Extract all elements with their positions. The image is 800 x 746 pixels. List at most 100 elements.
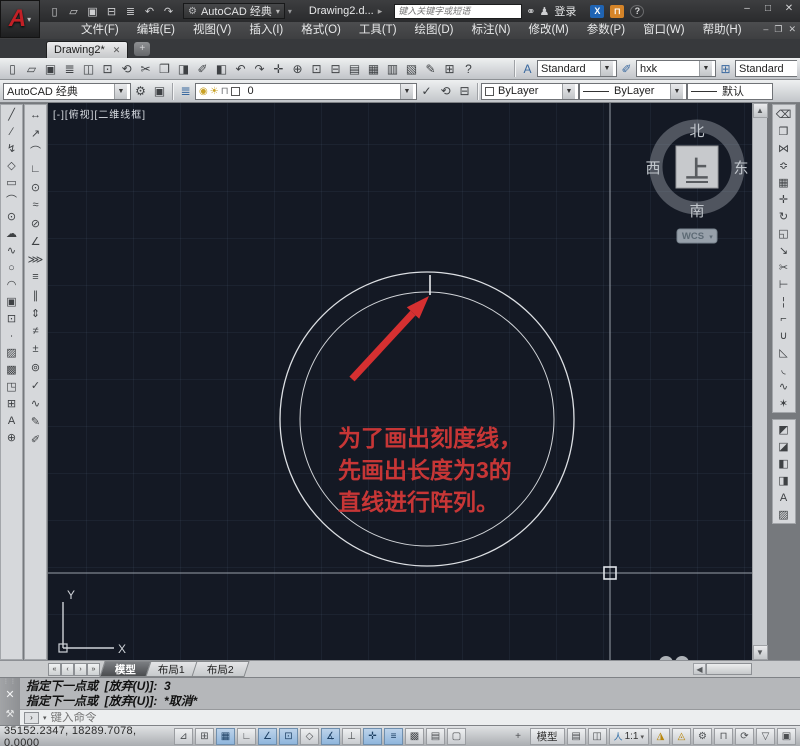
tool-palettes-button[interactable]: ▥ bbox=[383, 59, 402, 78]
text-style-select[interactable]: Standard ▼ bbox=[537, 60, 617, 77]
doc-close-button[interactable]: ✕ bbox=[788, 24, 796, 35]
next-tab-nav-button[interactable]: › bbox=[74, 662, 87, 676]
dynamic-input-toggle[interactable]: ✛ bbox=[363, 728, 382, 745]
scroll-down-icon[interactable]: ▼ bbox=[752, 645, 768, 660]
help-menu[interactable]: 帮助(H) bbox=[694, 22, 751, 39]
dim-jogged-linear-icon[interactable]: ∿ bbox=[25, 394, 46, 412]
dim-arc-length-icon[interactable]: ⌒ bbox=[25, 142, 46, 160]
annotation-autoscale-button[interactable]: ◬ bbox=[672, 728, 691, 745]
layer-lock-icon[interactable]: ⊓ bbox=[221, 86, 229, 97]
text-to-front-icon[interactable]: A bbox=[773, 489, 795, 506]
compass-west-label[interactable]: 西 bbox=[645, 160, 660, 177]
chevron-down-icon[interactable]: ▼ bbox=[670, 83, 683, 99]
help-button[interactable]: ? bbox=[459, 59, 478, 78]
dim-jogged-icon[interactable]: ≈ bbox=[25, 196, 46, 214]
save-button[interactable]: ▣ bbox=[41, 59, 60, 78]
make-object-layer-current-button[interactable]: ✓ bbox=[417, 82, 436, 101]
3d-object-snap-toggle[interactable]: ◇ bbox=[300, 728, 319, 745]
application-menu-button[interactable]: A ▾ bbox=[0, 0, 40, 38]
coordinates-readout[interactable]: 35152.2347, 18289.7078, 0.0000 bbox=[4, 725, 172, 746]
model-space-button[interactable]: 模型 bbox=[529, 728, 565, 745]
lineweight-control-select[interactable]: 默认 bbox=[687, 82, 773, 100]
move-icon[interactable]: ✛ bbox=[773, 191, 795, 208]
outer-circle[interactable] bbox=[279, 271, 575, 567]
model-tab[interactable]: 模型 bbox=[99, 661, 152, 677]
help-icon[interactable]: ? bbox=[630, 4, 645, 18]
parametric-menu[interactable]: 参数(P) bbox=[578, 22, 634, 39]
join-icon[interactable]: ∪ bbox=[773, 327, 795, 344]
region-icon[interactable]: ◳ bbox=[1, 378, 22, 395]
doc-title-arrow-icon[interactable]: ▸ bbox=[378, 6, 383, 17]
dim-ordinate-icon[interactable]: ∟ bbox=[25, 160, 46, 178]
dim-baseline-icon[interactable]: ≡ bbox=[25, 268, 46, 286]
rectangle-icon[interactable]: ▭ bbox=[1, 174, 22, 191]
workspace-dropdown[interactable]: ⚙ AutoCAD 经典 ▾ bbox=[183, 3, 285, 19]
command-prompt-icon[interactable]: › bbox=[24, 711, 39, 724]
quick-dimension-icon[interactable]: ⋙ bbox=[25, 250, 46, 268]
quick-view-layouts-button[interactable]: ◫ bbox=[587, 728, 607, 745]
layer-properties-manager-button[interactable]: ≣ bbox=[176, 82, 195, 101]
security-lock-icon[interactable]: ⊓ bbox=[610, 4, 625, 18]
plot-preview-button[interactable]: ◫ bbox=[79, 59, 98, 78]
command-close-icon[interactable]: ✕ bbox=[5, 688, 14, 701]
break-icon[interactable]: ⌐ bbox=[773, 310, 795, 327]
collapsed-handle-dot[interactable] bbox=[675, 656, 689, 660]
workspace-select[interactable]: AutoCAD 经典 ▼ bbox=[3, 82, 131, 100]
workspace-settings-button[interactable]: ⚙ bbox=[131, 82, 150, 101]
command-wrench-icon[interactable]: ⚒ bbox=[6, 709, 15, 720]
copy-icon[interactable]: ❐ bbox=[773, 123, 795, 140]
revision-cloud-icon[interactable]: ☁ bbox=[1, 225, 22, 242]
match-properties-button[interactable]: ✐ bbox=[193, 59, 212, 78]
table-style-icon[interactable]: ⊞ bbox=[716, 59, 735, 78]
tools-menu[interactable]: 工具(T) bbox=[350, 22, 406, 39]
drawing-tab[interactable]: Drawing2* ✕ bbox=[46, 41, 129, 58]
edit-menu[interactable]: 编辑(E) bbox=[128, 22, 184, 39]
erase-icon[interactable]: ⌫ bbox=[773, 106, 795, 123]
dim-continue-icon[interactable]: ∥ bbox=[25, 286, 46, 304]
annotation-visibility-button[interactable]: ◮ bbox=[651, 728, 670, 745]
compass-north-label[interactable]: 北 bbox=[689, 123, 704, 140]
dim-style-icon[interactable]: ✐ bbox=[617, 59, 636, 78]
scroll-left-icon[interactable]: ◀ bbox=[693, 663, 706, 675]
dim-aligned-icon[interactable]: ↗ bbox=[25, 124, 46, 142]
send-to-back-icon[interactable]: ◪ bbox=[773, 438, 795, 455]
color-control-select[interactable]: ByLayer ▼ bbox=[481, 82, 579, 100]
file-menu[interactable]: 文件(F) bbox=[72, 22, 128, 39]
redo-button[interactable]: ↷ bbox=[160, 3, 177, 19]
annotation-scale-button[interactable]: 人 1:1 ▾ bbox=[608, 728, 649, 745]
save-button[interactable]: ▣ bbox=[84, 3, 101, 19]
mirror-icon[interactable]: ⋈ bbox=[773, 140, 795, 157]
send-under-objects-icon[interactable]: ◨ bbox=[773, 472, 795, 489]
layout-button[interactable]: ▤ bbox=[566, 728, 586, 745]
chevron-down-icon[interactable]: ▼ bbox=[562, 83, 575, 99]
tab-close-icon[interactable]: ✕ bbox=[113, 45, 121, 56]
dim-angular-icon[interactable]: ∠ bbox=[25, 232, 46, 250]
search-input[interactable] bbox=[394, 3, 523, 19]
transparency-toggle[interactable]: ▩ bbox=[405, 728, 424, 745]
layer-previous-button[interactable]: ⟲ bbox=[436, 82, 455, 101]
point-icon[interactable]: ∙ bbox=[1, 327, 22, 344]
performance-button[interactable]: ⟳ bbox=[735, 728, 754, 745]
add-status-icon[interactable]: + bbox=[509, 728, 528, 745]
bring-to-front-icon[interactable]: ◩ bbox=[773, 421, 795, 438]
polygon-icon[interactable]: ◇ bbox=[1, 157, 22, 174]
compass-south-label[interactable]: 南 bbox=[689, 203, 704, 220]
copy-button[interactable]: ❐ bbox=[155, 59, 174, 78]
dim-radius-icon[interactable]: ⊙ bbox=[25, 178, 46, 196]
undo-button[interactable]: ↶ bbox=[141, 3, 158, 19]
object-snap-tracking-toggle[interactable]: ∡ bbox=[321, 728, 340, 745]
ellipse-icon[interactable]: ○ bbox=[1, 259, 22, 276]
table-icon[interactable]: ⊞ bbox=[1, 395, 22, 412]
scroll-up-icon[interactable]: ▲ bbox=[752, 103, 768, 118]
dim-diameter-icon[interactable]: ⊘ bbox=[25, 214, 46, 232]
collapsed-handle-dot[interactable] bbox=[659, 656, 673, 660]
dimension-menu[interactable]: 标注(N) bbox=[463, 22, 520, 39]
open-button[interactable]: ▱ bbox=[65, 3, 82, 19]
first-tab-nav-button[interactable]: « bbox=[48, 662, 61, 676]
window-menu[interactable]: 窗口(W) bbox=[634, 22, 694, 39]
hatch-to-back-icon[interactable]: ▨ bbox=[773, 506, 795, 523]
paste-button[interactable]: ◨ bbox=[174, 59, 193, 78]
workspace-switching-button[interactable]: ⚙ bbox=[693, 728, 712, 745]
infer-constraints-toggle[interactable]: ⊿ bbox=[174, 728, 193, 745]
new-button[interactable]: ▯ bbox=[46, 3, 63, 19]
